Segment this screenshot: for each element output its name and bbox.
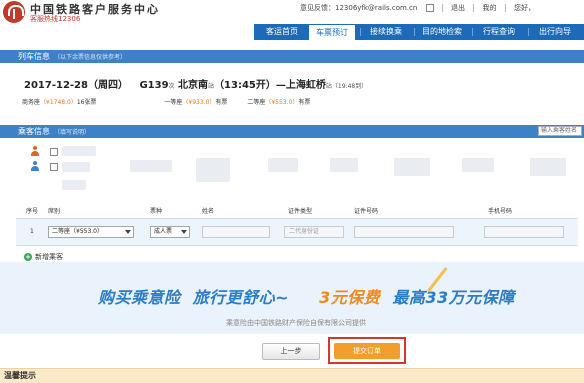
nav-divider [414, 28, 415, 36]
logout-link[interactable]: 退出 [451, 3, 465, 13]
slogan-part-1: 购买乘意险 [98, 288, 181, 307]
feedback-label: 意见反馈： [300, 4, 335, 12]
submit-order-button[interactable]: 提交订单 [334, 343, 400, 359]
passenger-name-blurred [62, 146, 96, 156]
col-seat: 席别 [48, 208, 61, 215]
seat-avail: 有票 [298, 99, 311, 106]
nav-divider [528, 28, 529, 36]
passenger-icon [30, 146, 40, 156]
slogan-part-4: 最高33万元保障 [392, 288, 515, 307]
insurance-footnote: 乘意险由中国铁路财产保险自保有限公司提供 [226, 319, 366, 327]
nav-divider [360, 28, 361, 36]
seat-label: 一等座 [164, 99, 183, 106]
arrive-time: （19:48到） [331, 83, 368, 90]
passenger-name-blurred [62, 180, 86, 190]
tips-bar: 温馨提示 [0, 368, 584, 383]
route-dash: — [275, 80, 286, 91]
train-date: 2017-12-28（周四） [24, 80, 128, 91]
nav-divider [472, 28, 473, 36]
slogan-part-2: 旅行更舒心~ [192, 288, 290, 307]
welcome-text: 您好， [513, 4, 535, 12]
seat-first: 一等座（¥933.0）有票 [164, 99, 227, 106]
hotline-text: 客服热线12306 [30, 15, 81, 23]
passenger-icon [30, 161, 40, 171]
add-passenger-button[interactable]: + 新增乘客 [24, 252, 63, 262]
train-summary: 2017-12-28（周四） G139次 北京南站（13:45开）—上海虹桥站（… [24, 76, 367, 91]
add-passenger-label: 新增乘客 [35, 253, 63, 261]
passenger-name-blurred [268, 158, 298, 172]
col-phone: 手机号码 [488, 208, 513, 215]
name-field[interactable] [202, 226, 270, 238]
col-ticket-type: 票种 [150, 208, 163, 215]
plus-icon: + [24, 253, 32, 261]
seat-price: （¥1748.0） [40, 99, 77, 106]
depart-time: （13:45开） [214, 80, 276, 91]
passenger-name-blurred [394, 158, 430, 176]
from-station: 北京南 [178, 80, 209, 91]
train-info-title: 列车信息 [18, 52, 50, 61]
header-checkbox[interactable] [425, 4, 434, 12]
ticket-type-select[interactable]: 成人票 [150, 226, 190, 238]
feedback-email[interactable]: 12306yfk@rails.com.cn [335, 4, 417, 12]
nav-item-transfer[interactable]: 接续换乘 [362, 24, 410, 40]
seat-price: （¥553.0） [265, 99, 299, 106]
passenger-name-blurred [330, 158, 358, 172]
seat-avail: 16张票 [76, 99, 97, 106]
nav-item-guide[interactable]: 出行向导 [530, 24, 580, 40]
seat-second: 二等座（¥553.0）有票 [247, 99, 310, 106]
train-number: G139 [139, 80, 169, 91]
nav-item-home[interactable]: 客运首页 [258, 24, 306, 40]
passenger-name-blurred [62, 162, 90, 172]
passenger-name-blurred [130, 160, 172, 172]
passenger-info-note[interactable]: （填写说明） [54, 129, 90, 136]
prev-step-button[interactable]: 上一步 [262, 343, 320, 360]
id-type-select[interactable]: 二代身份证 [284, 226, 344, 238]
passenger-name-blurred [462, 158, 494, 172]
passenger-checkbox[interactable] [50, 163, 58, 171]
to-station: 上海虹桥 [285, 80, 326, 91]
slogan-part-3: 3元保费 [319, 288, 381, 307]
seat-label: 商务座 [22, 99, 41, 106]
seat-price: （¥933.0） [182, 99, 216, 106]
seat-avail: 有票 [215, 99, 228, 106]
site-header: 中国铁路客户服务中心 客服热线12306 意见反馈：12306yfk@rails… [0, 0, 584, 24]
passenger-table-header: 序号 席别 票种 姓名 证件类型 证件号码 手机号码 [22, 206, 578, 215]
passenger-name-blurred [196, 158, 230, 182]
nav-item-booking[interactable]: 车票预订 [308, 25, 356, 40]
seat-label: 二等座 [247, 99, 266, 106]
col-id-number: 证件号码 [354, 208, 379, 215]
seat-availability: 商务座（¥1748.0）16张票 一等座（¥933.0）有票 二等座（¥553.… [22, 97, 328, 106]
row-index: 1 [30, 228, 34, 235]
insurance-slogan: 购买乘意险 旅行更舒心~ 3元保费 最高33万元保障 [98, 284, 515, 308]
ticket-type-value: 成人票 [154, 228, 173, 235]
phone-field[interactable] [484, 226, 564, 238]
main-nav: 客运首页 车票预订 接续换乘 目的地检索 行程查询 出行向导 [254, 24, 584, 40]
header-divider [504, 4, 506, 12]
nav-item-destination[interactable]: 目的地检索 [416, 24, 468, 40]
passenger-search-input[interactable]: 输入乘客姓名 [538, 126, 582, 136]
seat-business: 商务座（¥1748.0）16张票 [22, 99, 96, 106]
train-info-note: （以下余票信息仅供参考） [54, 54, 127, 61]
col-name: 姓名 [202, 208, 215, 215]
id-number-field[interactable] [354, 226, 454, 238]
passenger-row: 1 二等座（¥553.0） 成人票 二代身份证 [16, 218, 578, 246]
header-divider [441, 4, 443, 12]
seat-select[interactable]: 二等座（¥553.0） [48, 226, 134, 238]
train-info-bar: 列车信息 （以下余票信息仅供参考） [0, 50, 584, 63]
col-id-type: 证件类型 [288, 208, 313, 215]
passenger-info-title: 乘客信息 [18, 127, 50, 136]
passenger-checkbox[interactable] [50, 148, 58, 156]
seat-select-value: 二等座（¥553.0） [52, 228, 103, 235]
train-number-suffix: 次 [168, 83, 175, 90]
header-account-bar: 意见反馈：12306yfk@rails.com.cn 退出 我的 您好， [300, 3, 541, 13]
col-index: 序号 [26, 208, 39, 215]
my-link[interactable]: 我的 [483, 3, 497, 13]
header-divider [473, 4, 475, 12]
chevron-down-icon [125, 230, 131, 234]
nav-item-trip[interactable]: 行程查询 [474, 24, 524, 40]
chevron-down-icon [181, 230, 187, 234]
passenger-name-blurred [530, 158, 566, 176]
railway-logo[interactable] [3, 1, 25, 23]
passenger-info-bar: 乘客信息 （填写说明） [0, 125, 584, 138]
